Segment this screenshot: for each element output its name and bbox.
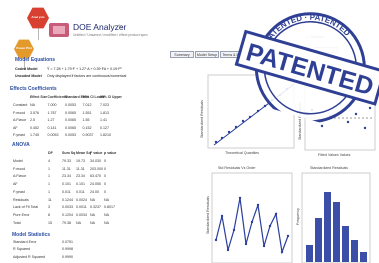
order-point [286, 234, 290, 238]
order-ylabel: Standardized Residuals [206, 196, 210, 234]
order-point [226, 248, 230, 252]
qq-xlabel: Theoretical Quantiles [225, 151, 259, 155]
hist-bar [315, 218, 322, 262]
qq-point [227, 130, 231, 134]
fitted-point [320, 124, 324, 128]
order-point [244, 242, 248, 246]
qq-point [234, 125, 238, 129]
order-point [268, 224, 272, 228]
order-point [232, 228, 236, 232]
order-plot-frame [211, 172, 293, 263]
order-point [256, 203, 260, 207]
order-point [250, 220, 254, 224]
hist-title: Standardized Residuals [310, 166, 348, 170]
qq-point [248, 115, 252, 119]
order-title: Std Residuals Vs Order [218, 166, 256, 170]
order-point [280, 250, 284, 254]
hist-bar [360, 252, 367, 262]
order-point [274, 212, 278, 216]
order-point [238, 196, 242, 200]
qq-point [220, 136, 224, 140]
qq-point [214, 140, 218, 144]
hist-ylabel: Frequency [296, 208, 300, 225]
order-point [262, 244, 266, 248]
fitted-xlabel: Fitted Values Values [318, 153, 351, 157]
hist-bar [333, 202, 340, 262]
hist-bar [306, 245, 313, 262]
qq-point [241, 119, 245, 123]
qq-ylabel: Standardized Residuals [200, 100, 204, 138]
hist-bar [324, 192, 331, 262]
hist-bar [351, 240, 358, 262]
order-point [220, 214, 224, 218]
qq-point [256, 109, 260, 113]
hist-bar [342, 226, 349, 262]
order-point [214, 238, 218, 242]
